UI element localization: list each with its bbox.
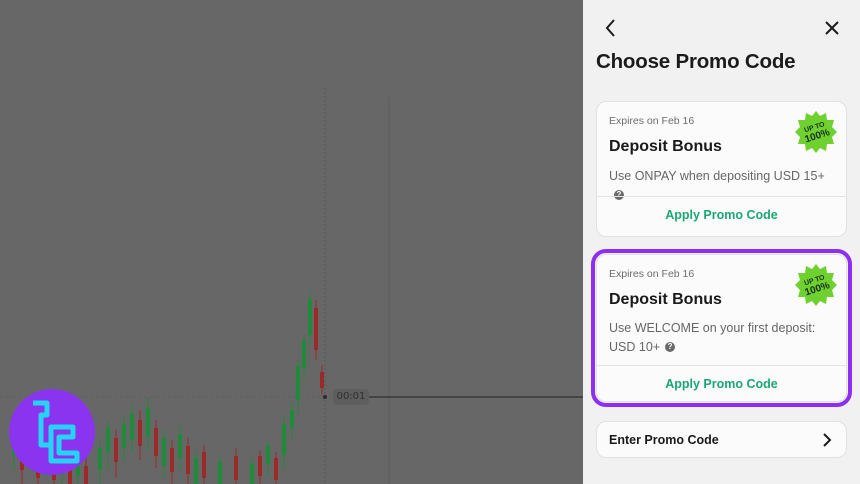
candle-body <box>308 300 312 335</box>
card-divider <box>597 365 846 366</box>
candle <box>314 300 318 360</box>
app-screen: 00:01 Choose Promo Code Expires on Feb 1… <box>0 0 860 484</box>
candle-body <box>218 462 222 484</box>
candle-body <box>282 424 286 455</box>
candle <box>290 402 294 440</box>
promo-title: Deposit Bonus <box>609 138 722 155</box>
card-divider <box>597 196 846 197</box>
promo-card: Expires on Feb 16 Deposit Bonus Use ONPA… <box>596 101 847 237</box>
chevron-right-icon <box>823 433 832 447</box>
candle-body <box>302 340 306 368</box>
promo-code-panel: Choose Promo Code Expires on Feb 16 Depo… <box>583 0 860 484</box>
candle <box>114 430 118 478</box>
candle <box>106 420 110 470</box>
candle-body <box>130 414 134 440</box>
candle <box>218 455 222 484</box>
bonus-badge-icon: UP TO 100% <box>795 264 837 306</box>
enter-promo-code-label: Enter Promo Code <box>609 433 719 447</box>
enter-promo-code-button[interactable]: Enter Promo Code <box>596 421 847 458</box>
candle <box>194 450 198 484</box>
candle <box>320 365 324 395</box>
candle <box>250 458 254 484</box>
candle <box>186 438 190 484</box>
candle <box>274 452 278 484</box>
candle-body <box>178 434 182 458</box>
candle-body <box>314 308 318 350</box>
candle <box>234 448 238 484</box>
candle-body <box>266 446 270 464</box>
chevron-left-icon[interactable] <box>599 16 623 40</box>
candle <box>308 292 312 345</box>
candle-body <box>106 428 110 452</box>
candle-body <box>154 428 158 456</box>
apply-promo-button[interactable]: Apply Promo Code <box>597 377 846 391</box>
candle-body <box>146 408 150 436</box>
candle <box>266 440 270 476</box>
candle <box>146 398 150 450</box>
candle-body <box>194 458 198 484</box>
candle-body <box>250 464 254 484</box>
candle <box>122 415 126 462</box>
candle <box>130 405 134 452</box>
tradingfinder-logo-icon <box>9 389 95 475</box>
candle <box>162 430 166 478</box>
candle <box>178 425 182 470</box>
candle-body <box>162 438 166 466</box>
promo-description-text: Use ONPAY when depositing USD 15+ <box>609 169 825 183</box>
candle <box>98 440 102 484</box>
help-icon[interactable]: ? <box>614 189 624 200</box>
candle-body <box>170 448 174 472</box>
bonus-badge-icon: UP TO 100% <box>795 111 837 153</box>
candle-body <box>202 452 206 478</box>
candle-body <box>274 458 278 480</box>
apply-promo-button[interactable]: Apply Promo Code <box>597 208 846 222</box>
promo-description-text: Use WELCOME on your first deposit: USD 1… <box>609 321 816 354</box>
promo-title: Deposit Bonus <box>609 291 722 308</box>
close-icon[interactable] <box>820 16 844 40</box>
promo-expiry: Expires on Feb 16 <box>609 115 695 127</box>
candle <box>296 360 300 415</box>
candle <box>138 410 142 460</box>
promo-description: Use WELCOME on your first deposit: USD 1… <box>609 319 834 357</box>
candle-body <box>320 372 324 388</box>
promo-card-selected: Expires on Feb 16 Deposit Bonus Use WELC… <box>591 249 852 407</box>
page-title: Choose Promo Code <box>596 50 796 73</box>
candle-body <box>122 424 126 448</box>
current-price-dot <box>323 395 327 399</box>
candle-body <box>290 410 294 428</box>
candle <box>258 450 262 484</box>
candle <box>154 420 158 468</box>
candle-body <box>258 456 262 476</box>
candle-body <box>234 456 238 480</box>
candle-body <box>186 446 190 474</box>
candle <box>302 335 306 380</box>
candle-body <box>138 420 142 446</box>
candle <box>202 445 206 484</box>
promo-expiry: Expires on Feb 16 <box>609 268 695 280</box>
time-label: 00:01 <box>333 389 369 405</box>
candle <box>282 415 286 470</box>
promo-description: Use ONPAY when depositing USD 15+? <box>609 167 834 205</box>
candle-body <box>98 448 102 470</box>
candle-body <box>296 366 300 400</box>
candle <box>170 440 174 484</box>
candle-body <box>114 438 118 462</box>
help-icon[interactable]: ? <box>665 341 676 352</box>
